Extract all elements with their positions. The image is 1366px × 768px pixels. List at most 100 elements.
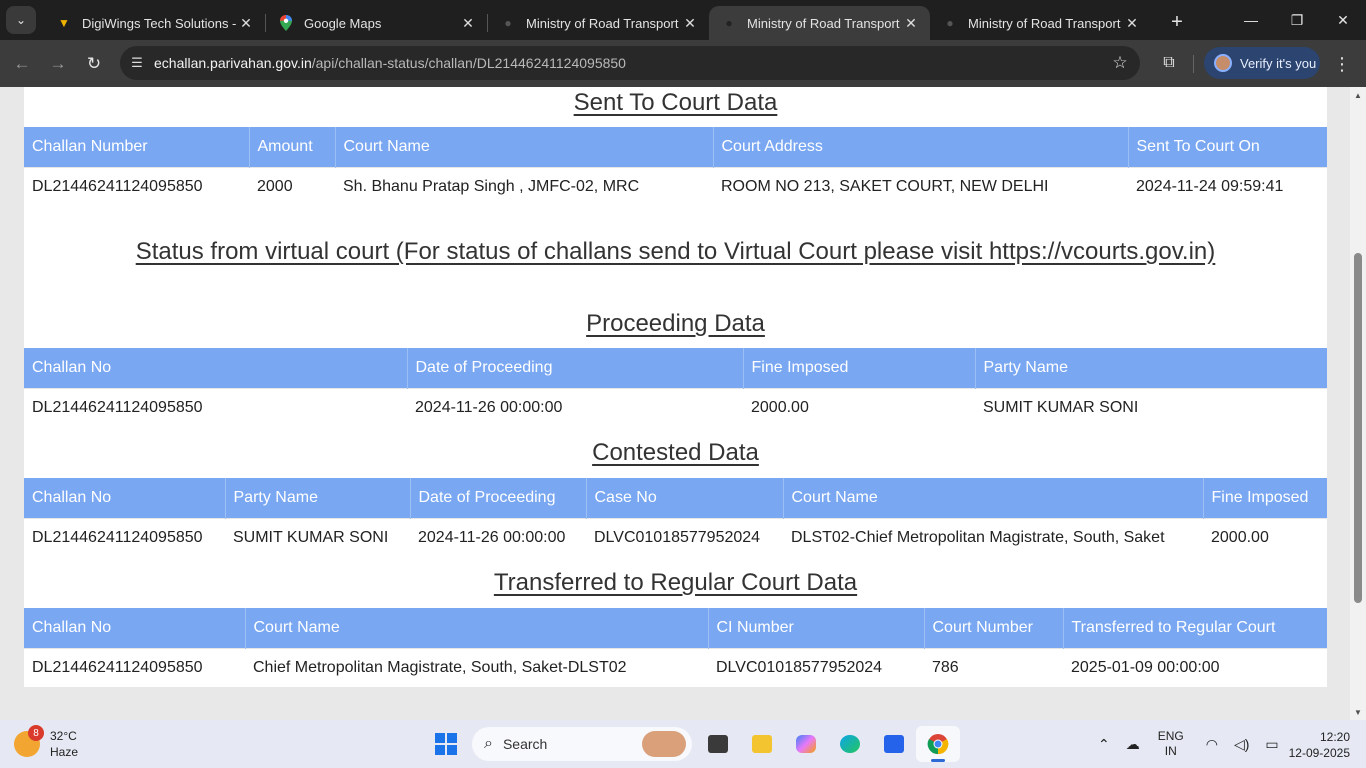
reload-button[interactable]: ↻ (76, 46, 112, 82)
avatar (1214, 54, 1232, 72)
column-header: Court Name (335, 127, 714, 167)
url-path: /api/challan-status/challan/DL2144624112… (311, 55, 626, 71)
more-menu-icon[interactable]: ⋮ (1330, 50, 1354, 78)
transferred-heading: Transferred to Regular Court Data (493, 569, 858, 596)
page-content: Sent To Court Data Challan Number Amount… (24, 87, 1327, 688)
file-explorer-button[interactable] (740, 726, 784, 762)
tab-ministry-1[interactable]: ● Ministry of Road Transport a ✕ (488, 6, 709, 40)
tab-digiwings[interactable]: ▼ DigiWings Tech Solutions - ✕ (44, 6, 265, 40)
table-cell: 786 (924, 647, 1063, 688)
table-cell: 2000.00 (743, 387, 975, 428)
table-row: DL21446241124095850 2000 Sh. Bhanu Prata… (24, 166, 1327, 207)
table-row: DL21446241124095850 SUMIT KUMAR SONI 202… (24, 517, 1327, 558)
chevron-up-icon[interactable]: ⌃ (1098, 736, 1110, 753)
column-header: Challan No (24, 608, 246, 648)
sent-to-court-table: Challan Number Amount Court Name Court A… (24, 127, 1327, 207)
store-icon (884, 735, 904, 753)
task-view-icon (708, 735, 728, 753)
close-icon[interactable]: ✕ (902, 15, 920, 32)
globe-icon: ● (946, 16, 954, 30)
copilot-button[interactable] (784, 726, 828, 762)
taskbar-search[interactable]: ⌕ Search (472, 727, 692, 761)
table-cell: Chief Metropolitan Magistrate, South, Sa… (245, 647, 708, 688)
clock[interactable]: 12:20 12-09-2025 (1289, 729, 1350, 761)
table-cell: DLVC01018577952024 (708, 647, 924, 688)
restore-icon[interactable]: ❐ (1274, 0, 1320, 40)
edge-icon (840, 735, 860, 753)
cloud-icon[interactable]: ☁ (1126, 736, 1140, 753)
scroll-up-icon[interactable]: ▲ (1350, 87, 1366, 103)
column-header: Court Address (713, 127, 1129, 167)
proceeding-table: Challan No Date of Proceeding Fine Impos… (24, 348, 1327, 428)
tab-ministry-3[interactable]: ● Ministry of Road Transport a ✕ (930, 6, 1151, 40)
search-highlight-image (642, 731, 686, 757)
profile-button[interactable]: Verify it's you (1204, 47, 1320, 79)
url-text[interactable]: echallan.parivahan.gov.in/api/challan-st… (154, 55, 1100, 71)
page-scrollbar[interactable]: ▲ ▼ (1350, 87, 1366, 720)
table-cell: SUMIT KUMAR SONI (225, 517, 410, 558)
scroll-down-icon[interactable]: ▼ (1350, 704, 1366, 720)
volume-icon[interactable]: ◁) (1234, 736, 1249, 753)
close-icon[interactable]: ✕ (459, 15, 477, 32)
virtual-court-heading: Status from virtual court (For status of… (135, 238, 1216, 265)
edge-button[interactable] (828, 726, 872, 762)
column-header: Party Name (225, 478, 411, 518)
column-header: Challan Number (24, 127, 250, 167)
bookmark-star-icon[interactable]: ☆ (1100, 53, 1140, 73)
clock-time: 12:20 (1319, 730, 1350, 744)
plus-icon: + (1171, 10, 1183, 33)
table-row: DL21446241124095850 2024-11-26 00:00:00 … (24, 387, 1327, 428)
column-header: Fine Imposed (743, 348, 976, 388)
language-indicator[interactable]: ENG IN (1158, 729, 1184, 759)
globe-icon: ● (725, 16, 733, 30)
tab-google-maps[interactable]: Google Maps ✕ (266, 6, 487, 40)
weather-desc: Haze (50, 745, 79, 759)
tab-search-button[interactable]: ⌄ (6, 6, 36, 34)
column-header: Fine Imposed (1203, 478, 1327, 518)
tab-ministry-2[interactable]: ● Ministry of Road Transport a ✕ (709, 6, 930, 40)
tab-title: Google Maps (304, 15, 382, 31)
tab-title: Ministry of Road Transport a (968, 15, 1123, 31)
globe-icon: ● (504, 16, 512, 30)
browser-toolbar: ← → ↻ ☰ echallan.parivahan.gov.in/api/ch… (0, 40, 1366, 87)
clock-date: 12-09-2025 (1288, 746, 1350, 760)
tab-title: Ministry of Road Transport a (526, 15, 681, 31)
lang-line-1: ENG (1157, 729, 1184, 743)
close-icon[interactable]: ✕ (681, 15, 699, 32)
column-header: Court Name (783, 478, 1204, 518)
column-header: Case No (586, 478, 784, 518)
close-window-icon[interactable]: ✕ (1320, 0, 1366, 40)
close-icon[interactable]: ✕ (1123, 15, 1141, 32)
scrollbar-thumb[interactable] (1354, 253, 1362, 603)
wings-icon: ▼ (58, 16, 70, 30)
table-cell: DLVC01018577952024 (586, 517, 783, 558)
chrome-button[interactable] (916, 726, 960, 762)
close-icon[interactable]: ✕ (237, 15, 255, 32)
windows-logo-icon (435, 733, 457, 755)
table-cell: 2025-01-09 00:00:00 (1063, 647, 1327, 688)
new-tab-button[interactable]: + (1163, 8, 1191, 36)
copilot-icon (796, 735, 816, 753)
wifi-icon[interactable]: ◠ (1206, 736, 1218, 753)
sun-icon: 8 (14, 725, 44, 757)
store-button[interactable] (872, 726, 916, 762)
toolbar-separator (1193, 55, 1194, 73)
minimize-icon[interactable]: — (1228, 0, 1274, 40)
back-button[interactable]: ← (4, 46, 40, 82)
table-cell: DLST02-Chief Metropolitan Magistrate, So… (783, 517, 1203, 558)
address-bar[interactable]: ☰ echallan.parivahan.gov.in/api/challan-… (120, 46, 1140, 80)
tab-strip: ⌄ ▼ DigiWings Tech Solutions - ✕ Google … (0, 0, 1366, 40)
start-button[interactable] (424, 726, 468, 762)
column-header: Amount (249, 127, 336, 167)
forward-button[interactable]: → (40, 46, 76, 82)
sent-to-court-heading: Sent To Court Data (573, 89, 778, 116)
table-cell: ROOM NO 213, SAKET COURT, NEW DELHI (713, 166, 1128, 207)
extensions-icon[interactable]: ⧉ (1152, 46, 1186, 80)
taskbar: 8 32°C Haze ⌕ Search ⌃ ☁ ENG IN ◠ ◁) ▭ 1… (0, 720, 1366, 768)
table-cell: DL21446241124095850 (24, 166, 249, 207)
weather-widget[interactable]: 8 32°C Haze (14, 725, 79, 760)
task-view-button[interactable] (696, 726, 740, 762)
site-info-icon[interactable]: ☰ (120, 55, 154, 71)
search-label: Search (502, 736, 548, 752)
battery-icon[interactable]: ▭ (1265, 736, 1278, 753)
